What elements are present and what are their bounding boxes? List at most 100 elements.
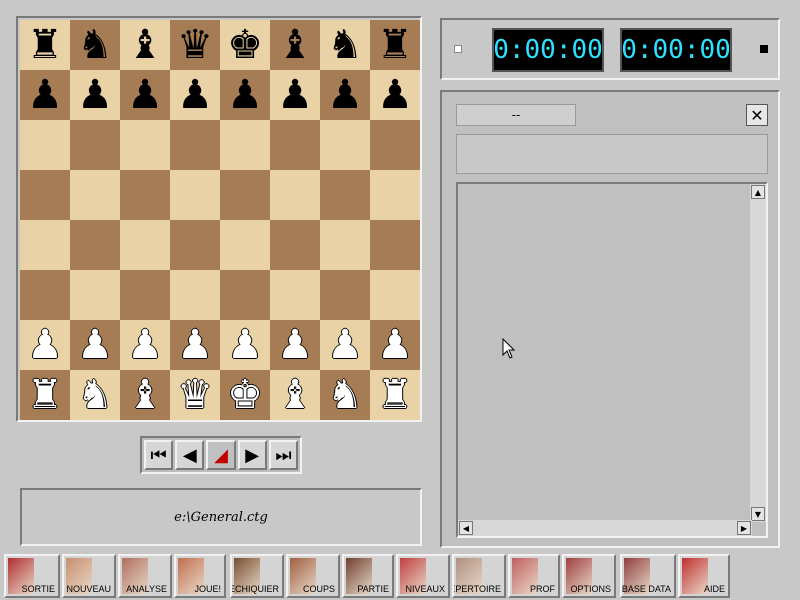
white-piece-icon[interactable]: ♝ <box>127 375 163 415</box>
square-f7[interactable]: ♟ <box>270 70 320 120</box>
basedata-button[interactable]: BASE DATA <box>620 554 676 598</box>
black-piece-icon[interactable]: ♟ <box>277 75 313 115</box>
black-piece-icon[interactable]: ♟ <box>227 75 263 115</box>
square-c3[interactable] <box>120 270 170 320</box>
square-b6[interactable] <box>70 120 120 170</box>
nouveau-button[interactable]: NOUVEAU <box>62 554 116 598</box>
black-piece-icon[interactable]: ♜ <box>377 25 413 65</box>
white-piece-icon[interactable]: ♟ <box>127 325 163 365</box>
square-f2[interactable]: ♟ <box>270 320 320 370</box>
vertical-scrollbar[interactable]: ▲ ▼ <box>750 184 766 522</box>
black-piece-icon[interactable]: ♟ <box>27 75 63 115</box>
aide-button[interactable]: AIDE <box>678 554 730 598</box>
square-d6[interactable] <box>170 120 220 170</box>
square-c2[interactable]: ♟ <box>120 320 170 370</box>
square-g3[interactable] <box>320 270 370 320</box>
black-piece-icon[interactable]: ♝ <box>127 25 163 65</box>
square-b5[interactable] <box>70 170 120 220</box>
square-e8[interactable]: ♚ <box>220 20 270 70</box>
scroll-left-icon[interactable]: ◀ <box>459 521 473 535</box>
square-g1[interactable]: ♞ <box>320 370 370 420</box>
chessboard[interactable]: ♜ ♞ ♝ ♛ ♚ ♝ ♞ ♜ ♟ ♟ ♟ ♟ ♟ ♟ ♟ ♟ ♟ ♟ ♟ ♟ ♟ ♟ ♟ ♟ ♜ ♞ ♝ ♛ ♚ ♝ ♞ ♜ <box>20 20 420 420</box>
black-piece-icon[interactable]: ♞ <box>327 25 363 65</box>
white-piece-icon[interactable]: ♚ <box>227 375 263 415</box>
square-e3[interactable] <box>220 270 270 320</box>
square-a7[interactable]: ♟ <box>20 70 70 120</box>
square-c6[interactable] <box>120 120 170 170</box>
square-a6[interactable] <box>20 120 70 170</box>
square-d3[interactable] <box>170 270 220 320</box>
white-piece-icon[interactable]: ♞ <box>77 375 113 415</box>
square-d8[interactable]: ♛ <box>170 20 220 70</box>
black-piece-icon[interactable]: ♛ <box>177 25 213 65</box>
previous-move-button[interactable]: ◀ <box>175 440 205 470</box>
square-h8[interactable]: ♜ <box>370 20 420 70</box>
square-e6[interactable] <box>220 120 270 170</box>
black-piece-icon[interactable]: ♝ <box>277 25 313 65</box>
square-h4[interactable] <box>370 220 420 270</box>
first-move-button[interactable]: ⏮ <box>144 440 174 470</box>
square-g8[interactable]: ♞ <box>320 20 370 70</box>
square-g6[interactable] <box>320 120 370 170</box>
square-e1[interactable]: ♚ <box>220 370 270 420</box>
prof-button[interactable]: PROF <box>508 554 560 598</box>
options-button[interactable]: OPTIONS <box>562 554 616 598</box>
niveaux-button[interactable]: NIVEAUX <box>396 554 450 598</box>
play-move-button[interactable]: ◢ <box>206 440 236 470</box>
square-b2[interactable]: ♟ <box>70 320 120 370</box>
white-piece-icon[interactable]: ♛ <box>177 375 213 415</box>
echiquier-button[interactable]: ECHIQUIER <box>230 554 284 598</box>
square-a5[interactable] <box>20 170 70 220</box>
square-c8[interactable]: ♝ <box>120 20 170 70</box>
black-piece-icon[interactable]: ♟ <box>77 75 113 115</box>
square-f5[interactable] <box>270 170 320 220</box>
coups-button[interactable]: COUPS <box>286 554 340 598</box>
sortie-button[interactable]: SORTIE <box>4 554 60 598</box>
next-move-button[interactable]: ▶ <box>237 440 267 470</box>
square-c4[interactable] <box>120 220 170 270</box>
square-h7[interactable]: ♟ <box>370 70 420 120</box>
white-piece-icon[interactable]: ♟ <box>277 325 313 365</box>
last-move-button[interactable]: ⏭ <box>268 440 299 470</box>
square-h3[interactable] <box>370 270 420 320</box>
black-piece-icon[interactable]: ♟ <box>327 75 363 115</box>
square-d7[interactable]: ♟ <box>170 70 220 120</box>
square-c1[interactable]: ♝ <box>120 370 170 420</box>
square-h1[interactable]: ♜ <box>370 370 420 420</box>
square-a3[interactable] <box>20 270 70 320</box>
close-icon[interactable]: ✕ <box>746 104 768 126</box>
square-f6[interactable] <box>270 120 320 170</box>
square-d4[interactable] <box>170 220 220 270</box>
joue-button[interactable]: JOUE! <box>174 554 226 598</box>
square-g5[interactable] <box>320 170 370 220</box>
square-h2[interactable]: ♟ <box>370 320 420 370</box>
scroll-up-icon[interactable]: ▲ <box>751 185 765 199</box>
black-piece-icon[interactable]: ♟ <box>377 75 413 115</box>
square-e7[interactable]: ♟ <box>220 70 270 120</box>
white-piece-icon[interactable]: ♟ <box>227 325 263 365</box>
square-g7[interactable]: ♟ <box>320 70 370 120</box>
scroll-down-icon[interactable]: ▼ <box>751 507 765 521</box>
square-a2[interactable]: ♟ <box>20 320 70 370</box>
square-f3[interactable] <box>270 270 320 320</box>
black-piece-icon[interactable]: ♚ <box>227 25 263 65</box>
white-piece-icon[interactable]: ♟ <box>377 325 413 365</box>
square-f1[interactable]: ♝ <box>270 370 320 420</box>
square-g2[interactable]: ♟ <box>320 320 370 370</box>
white-piece-icon[interactable]: ♟ <box>77 325 113 365</box>
square-f4[interactable] <box>270 220 320 270</box>
square-b3[interactable] <box>70 270 120 320</box>
white-piece-icon[interactable]: ♟ <box>27 325 63 365</box>
black-piece-icon[interactable]: ♜ <box>27 25 63 65</box>
square-g4[interactable] <box>320 220 370 270</box>
white-piece-icon[interactable]: ♟ <box>327 325 363 365</box>
white-piece-icon[interactable]: ♟ <box>177 325 213 365</box>
square-a4[interactable] <box>20 220 70 270</box>
partie-button[interactable]: PARTIE <box>342 554 394 598</box>
square-b4[interactable] <box>70 220 120 270</box>
black-piece-icon[interactable]: ♟ <box>177 75 213 115</box>
square-b7[interactable]: ♟ <box>70 70 120 120</box>
square-e5[interactable] <box>220 170 270 220</box>
square-b8[interactable]: ♞ <box>70 20 120 70</box>
square-a1[interactable]: ♜ <box>20 370 70 420</box>
